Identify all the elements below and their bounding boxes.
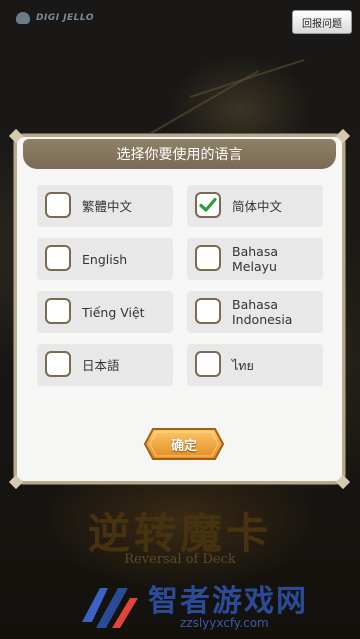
watermark-logo-icon [82, 588, 138, 628]
checkbox[interactable] [45, 245, 71, 271]
language-label-line1: Bahasa [232, 244, 278, 259]
language-option-thai[interactable]: ไทย [187, 344, 323, 386]
language-label: Bahasa Indonesia [232, 291, 292, 333]
language-label-line2: Melayu [232, 259, 277, 274]
language-option-bahasa-indonesia[interactable]: Bahasa Indonesia [187, 291, 323, 333]
report-problem-button[interactable]: 回报问题 [292, 10, 352, 34]
language-label: ไทย [232, 357, 254, 373]
checkbox[interactable] [195, 245, 221, 271]
language-label: 简体中文 [232, 198, 283, 214]
brand-logo-text: DIGI JELLO [36, 13, 94, 23]
dialog-title: 选择你要使用的语言 [116, 147, 243, 163]
language-option-japanese[interactable]: 日本語 [37, 344, 173, 386]
checkbox[interactable] [45, 298, 71, 324]
language-option-vietnamese[interactable]: Tiếng Việt [37, 291, 173, 333]
language-option-bahasa-melayu[interactable]: Bahasa Melayu [187, 238, 323, 280]
language-label: 日本語 [82, 357, 120, 373]
site-watermark: 智者游戏网 zzslyyxcfy.com [78, 572, 358, 636]
watermark-text: 智者游戏网 [148, 584, 308, 619]
language-label: Bahasa Melayu [232, 238, 278, 280]
checkbox[interactable] [45, 351, 71, 377]
checkbox[interactable] [45, 192, 71, 218]
language-dialog: 选择你要使用的语言 繁體中文 简体中文 English Bahasa Melayu [8, 128, 351, 490]
language-option-simplified-chinese[interactable]: 简体中文 [187, 185, 323, 227]
language-label: Tiếng Việt [82, 304, 145, 320]
confirm-button[interactable]: 确定 [143, 427, 225, 461]
language-label: 繁體中文 [82, 198, 133, 214]
checkbox-checked[interactable] [195, 192, 221, 218]
checkmark-icon [199, 197, 217, 212]
language-label-line2: Indonesia [232, 312, 293, 327]
language-option-traditional-chinese[interactable]: 繁體中文 [37, 185, 173, 227]
checkbox[interactable] [195, 351, 221, 377]
language-options: 繁體中文 简体中文 English Bahasa Melayu Tiếng Việ… [37, 185, 327, 386]
watermark-url: zzslyyxcfy.com [180, 616, 269, 630]
confirm-label: 确定 [170, 438, 197, 454]
checkbox[interactable] [195, 298, 221, 324]
brand-logo: DIGI JELLO [16, 12, 94, 24]
dialog-header: 选择你要使用的语言 [23, 139, 336, 169]
language-option-english[interactable]: English [37, 238, 173, 280]
language-label: English [82, 251, 128, 267]
language-label-line1: Bahasa [232, 297, 278, 312]
jelly-icon [16, 12, 30, 24]
game-subtitle: Reversal of Deck [124, 552, 236, 567]
